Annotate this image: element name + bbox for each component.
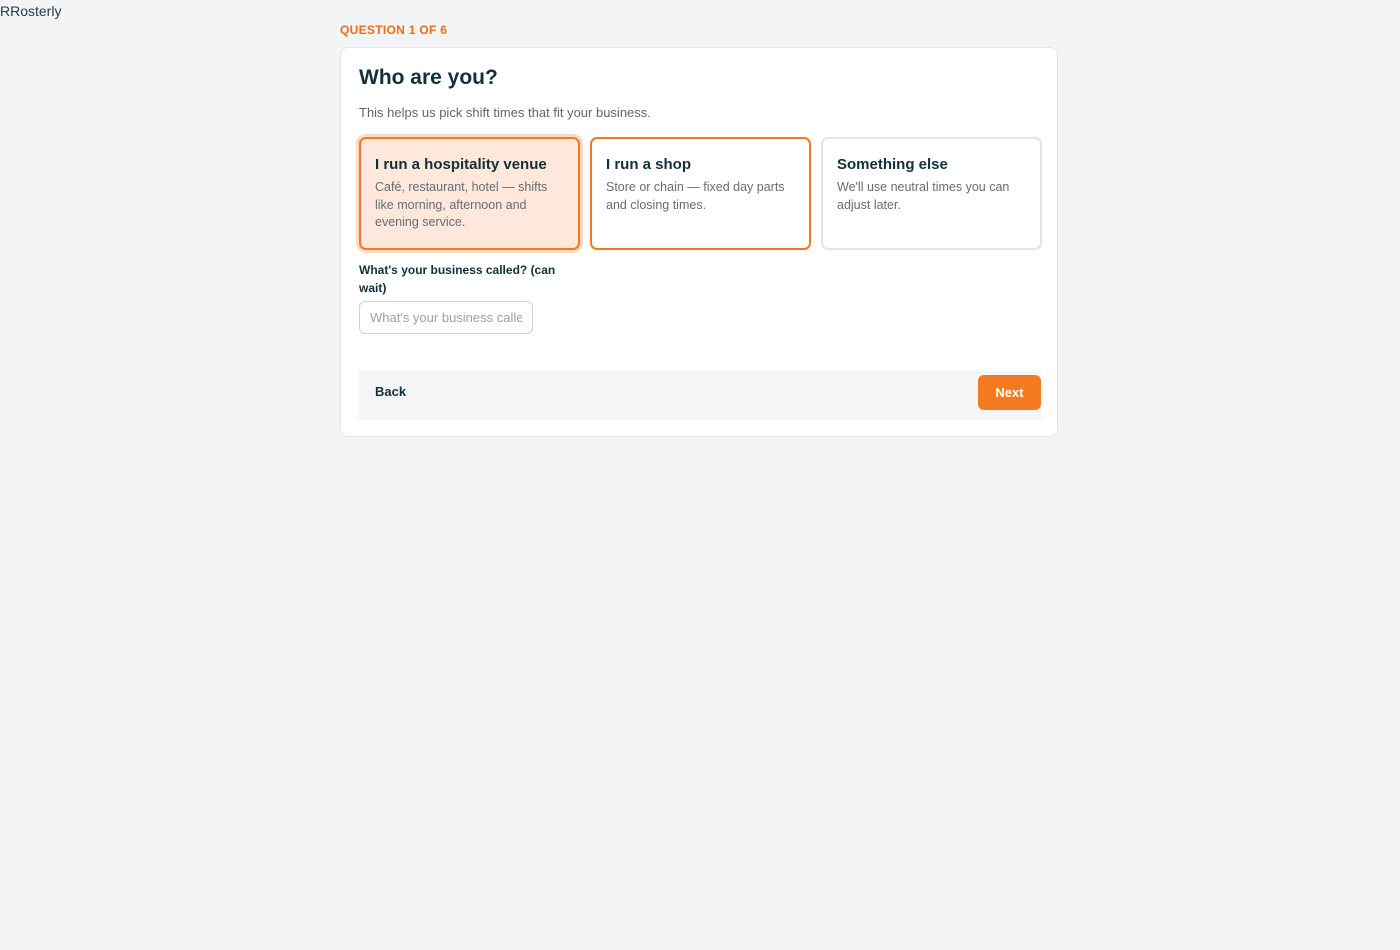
next-button[interactable]: Next xyxy=(978,375,1041,410)
option-description: Store or chain — fixed day parts and clo… xyxy=(606,180,785,212)
question-title: Who are you? xyxy=(359,66,498,89)
option-title: I run a shop xyxy=(606,156,692,173)
back-button[interactable]: Back xyxy=(375,384,406,399)
question-card: Who are you? This helps us pick shift ti… xyxy=(340,47,1058,437)
question-progress: QUESTION 1 OF 6 xyxy=(340,23,448,37)
business-type-options: I run a hospitality venue Café, restaura… xyxy=(359,137,1042,250)
option-hospitality-venue[interactable]: I run a hospitality venue Café, restaura… xyxy=(359,137,580,250)
option-shop[interactable]: I run a shop Store or chain — fixed day … xyxy=(590,137,811,250)
business-name-label: What's your business called? (can wait) xyxy=(359,263,556,295)
question-footer: Back Next xyxy=(359,371,1041,420)
option-title: I run a hospitality venue xyxy=(375,156,547,173)
business-name-input[interactable] xyxy=(359,301,533,334)
question-subtitle: This helps us pick shift times that fit … xyxy=(359,105,651,120)
option-description: Café, restaurant, hotel — shifts like mo… xyxy=(375,180,548,229)
app-brand: RRosterly xyxy=(0,3,62,19)
option-something-else[interactable]: Something else We'll use neutral times y… xyxy=(821,137,1042,250)
option-title: Something else xyxy=(837,156,948,173)
option-description: We'll use neutral times you can adjust l… xyxy=(837,180,1010,212)
